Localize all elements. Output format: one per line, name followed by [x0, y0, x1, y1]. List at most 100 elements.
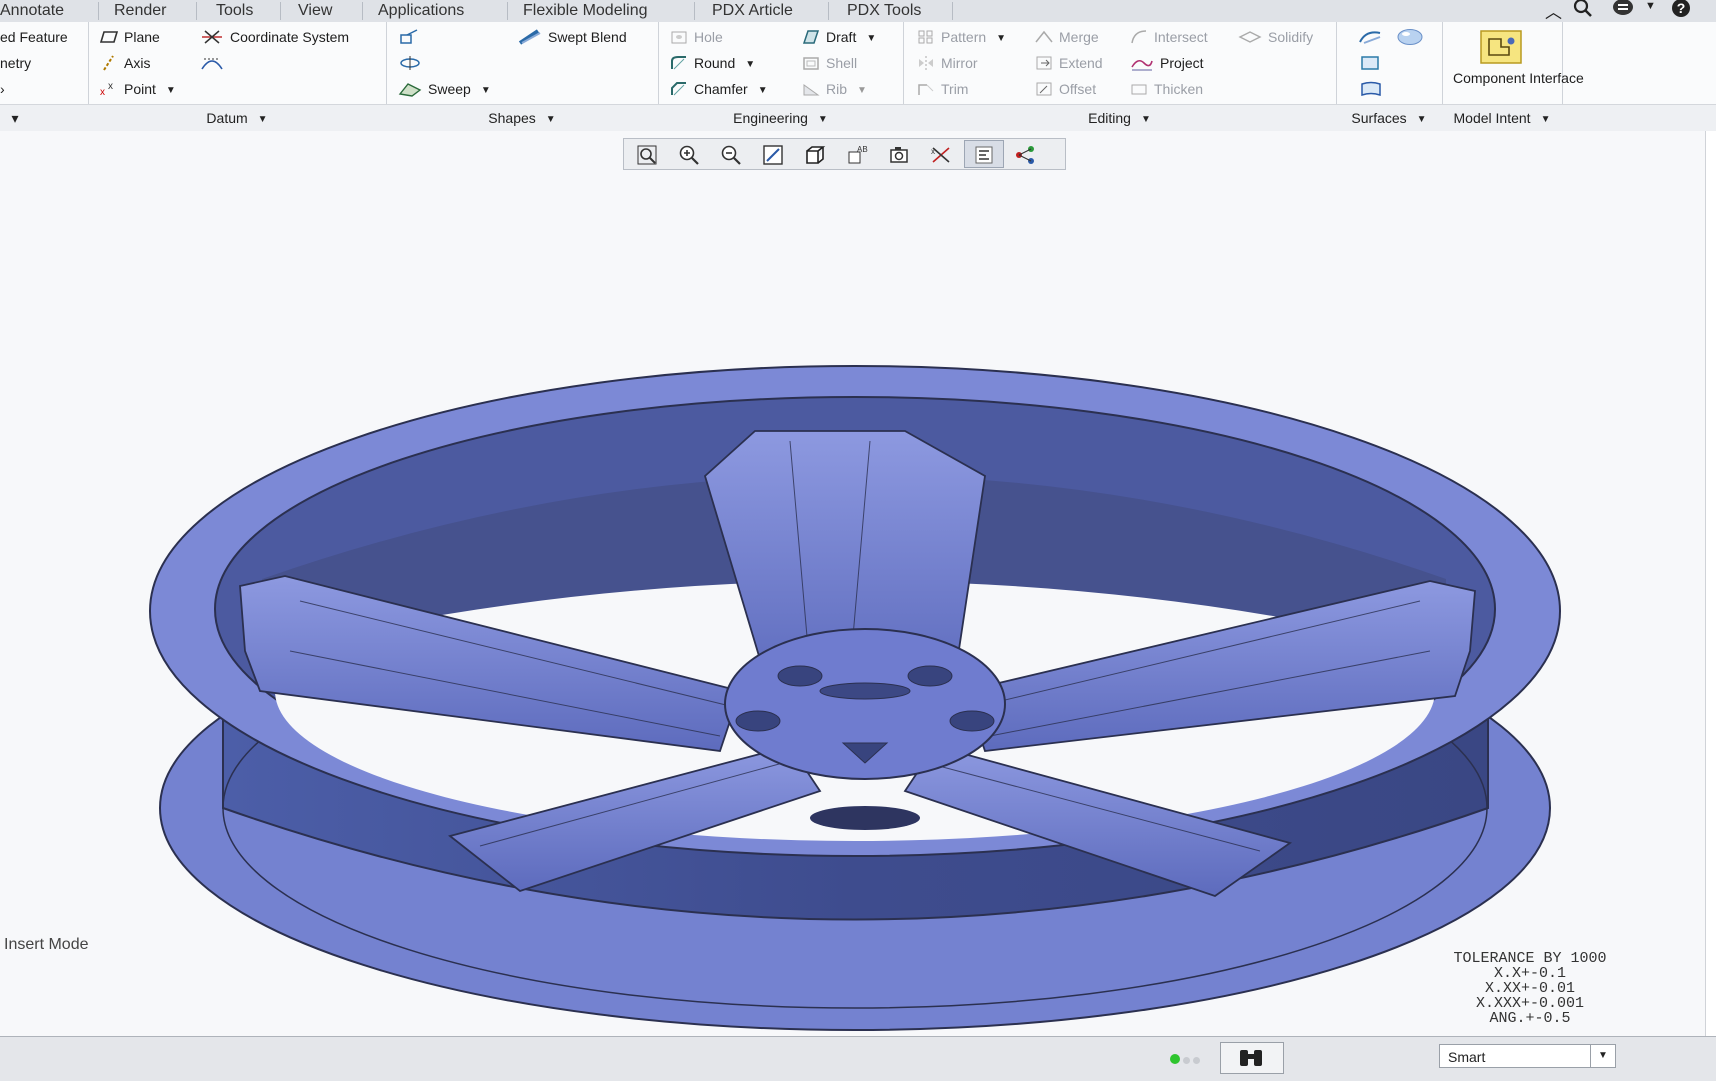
zoom-in-button[interactable]	[670, 141, 708, 167]
chamfer-button[interactable]: Chamfer ▼	[670, 78, 768, 100]
sketch-curve-button[interactable]	[200, 52, 230, 74]
view-manager-button[interactable]	[880, 141, 918, 167]
shell-button[interactable]: Shell	[802, 52, 857, 74]
plane-icon	[100, 31, 118, 43]
trim-button[interactable]: Trim	[917, 78, 968, 100]
chamfer-icon	[671, 82, 686, 96]
intersect-icon	[1131, 30, 1147, 44]
chamfer-dropdown-icon[interactable]: ▼	[758, 80, 768, 102]
model-intent-group-label[interactable]: Model Intent ▼	[1442, 105, 1562, 131]
engineering-group-label[interactable]: Engineering ▼	[658, 105, 903, 131]
extrude-button[interactable]	[398, 26, 428, 48]
status-bar: Smart ▼	[0, 1036, 1716, 1081]
rib-button[interactable]: Rib ▼	[802, 78, 867, 100]
point-button[interactable]: x x Point ▼	[100, 78, 176, 100]
tab-render[interactable]: Render	[114, 0, 166, 22]
camera-icon	[890, 147, 908, 163]
boundary-blend-button[interactable]	[1358, 26, 1390, 48]
help-icon[interactable]: ?	[1670, 0, 1692, 20]
swept-blend-button[interactable]: Swept Blend	[518, 26, 627, 48]
tab-applications[interactable]: Applications	[378, 0, 464, 22]
help-center-icon[interactable]	[1612, 0, 1634, 20]
offset-button[interactable]: Offset	[1035, 78, 1096, 100]
thicken-button[interactable]: Thicken	[1130, 78, 1203, 100]
merge-button[interactable]: Merge	[1035, 26, 1099, 48]
thicken-icon	[1131, 84, 1147, 95]
display-style-button[interactable]	[796, 141, 834, 167]
revolve-button[interactable]	[398, 52, 428, 74]
svg-text:x: x	[931, 147, 935, 156]
point-dropdown-icon[interactable]: ▼	[166, 80, 176, 102]
point-label: Point	[124, 81, 156, 97]
tolerance-note: TOLERANCE BY 1000 X.X+-0.1 X.XX+-0.01 X.…	[1390, 951, 1670, 1026]
component-interface-button[interactable]: Component Interface	[1453, 26, 1584, 96]
rib-dropdown-icon[interactable]: ▼	[857, 80, 867, 102]
refit-icon	[637, 145, 657, 165]
datum-display-button[interactable]: x	[922, 141, 960, 167]
chevron-down-icon[interactable]: ▼	[1590, 1045, 1615, 1067]
sweep-icon	[398, 83, 422, 97]
partial-feature-item[interactable]: ed Feature	[0, 26, 68, 48]
merge-label: Merge	[1059, 29, 1099, 45]
freestyle-button[interactable]	[1358, 78, 1390, 100]
zoom-out-button[interactable]	[712, 141, 750, 167]
pattern-dropdown-icon[interactable]: ▼	[996, 28, 1006, 50]
zoom-in-icon	[679, 145, 699, 165]
pattern-button[interactable]: Pattern ▼	[917, 26, 1006, 48]
draft-dropdown-icon[interactable]: ▼	[866, 28, 876, 50]
selection-filter-select[interactable]: Smart ▼	[1439, 1044, 1616, 1068]
tab-flexible-modeling[interactable]: Flexible Modeling	[523, 0, 648, 22]
refit-button[interactable]	[628, 141, 666, 167]
point-icon: xx	[100, 81, 113, 97]
tab-view[interactable]: View	[298, 0, 332, 22]
annotation-display-button[interactable]	[964, 140, 1004, 168]
repaint-button[interactable]	[754, 141, 792, 167]
graphics-window[interactable]	[0, 131, 1705, 1036]
fill-button[interactable]	[1358, 52, 1390, 74]
tab-annotate[interactable]: Annotate	[0, 0, 64, 22]
saved-orientations-button[interactable]: AB	[838, 141, 876, 167]
graphics-toolbar: AB x	[623, 138, 1066, 170]
round-dropdown-icon[interactable]: ▼	[745, 54, 755, 76]
hole-button[interactable]: Hole	[670, 26, 723, 48]
menu-bar: Annotate Render Tools View Applications …	[0, 0, 1716, 23]
spin-center-button[interactable]	[1006, 141, 1044, 167]
sweep-dropdown-icon[interactable]: ▼	[481, 80, 491, 102]
coordinate-system-button[interactable]: Coordinate System	[200, 26, 349, 48]
draft-button[interactable]: Draft ▼	[802, 26, 876, 48]
surfaces-group-label[interactable]: Surfaces ▼	[1336, 105, 1442, 131]
shell-icon	[803, 57, 819, 70]
swept-blend-icon	[518, 29, 541, 45]
plane-button[interactable]: Plane	[100, 26, 160, 48]
solidify-button[interactable]: Solidify	[1238, 26, 1313, 48]
saved-views-icon: AB	[848, 145, 868, 164]
tab-pdx-article[interactable]: PDX Article	[712, 0, 793, 22]
axis-button[interactable]: Axis	[100, 52, 150, 74]
chevron-down-icon[interactable]: ▼	[1645, 0, 1656, 22]
sweep-button[interactable]: Sweep ▼	[398, 78, 491, 100]
intersect-button[interactable]: Intersect	[1130, 26, 1208, 48]
project-icon	[1131, 59, 1153, 71]
rib-icon	[803, 84, 820, 96]
round-button[interactable]: Round ▼	[670, 52, 755, 74]
regen-status-icon	[1170, 1051, 1203, 1069]
partial-item[interactable]: ›	[0, 78, 5, 100]
tab-tools[interactable]: Tools	[216, 0, 253, 22]
chamfer-label: Chamfer	[694, 81, 748, 97]
collapse-ribbon-icon[interactable]: ︿	[1545, 0, 1562, 22]
editing-group-label[interactable]: Editing ▼	[903, 105, 1336, 131]
project-button[interactable]: Project	[1130, 52, 1204, 74]
find-button[interactable]	[1220, 1042, 1284, 1074]
search-icon[interactable]	[1573, 0, 1593, 20]
wheel-model[interactable]	[0, 131, 1705, 1036]
datum-group-label[interactable]: Datum ▼	[88, 105, 386, 131]
tab-pdx-tools[interactable]: PDX Tools	[847, 0, 921, 22]
group-cut-dropdown[interactable]: ▾	[0, 105, 30, 131]
fill-surface-icon	[1361, 56, 1379, 70]
extend-button[interactable]: Extend	[1035, 52, 1103, 74]
style-button[interactable]	[1396, 26, 1430, 48]
shapes-group-label[interactable]: Shapes ▼	[386, 105, 658, 131]
boundary-blend-icon	[1359, 31, 1381, 44]
mirror-button[interactable]: Mirror	[917, 52, 978, 74]
partial-geometry-item[interactable]: netry	[0, 52, 31, 74]
